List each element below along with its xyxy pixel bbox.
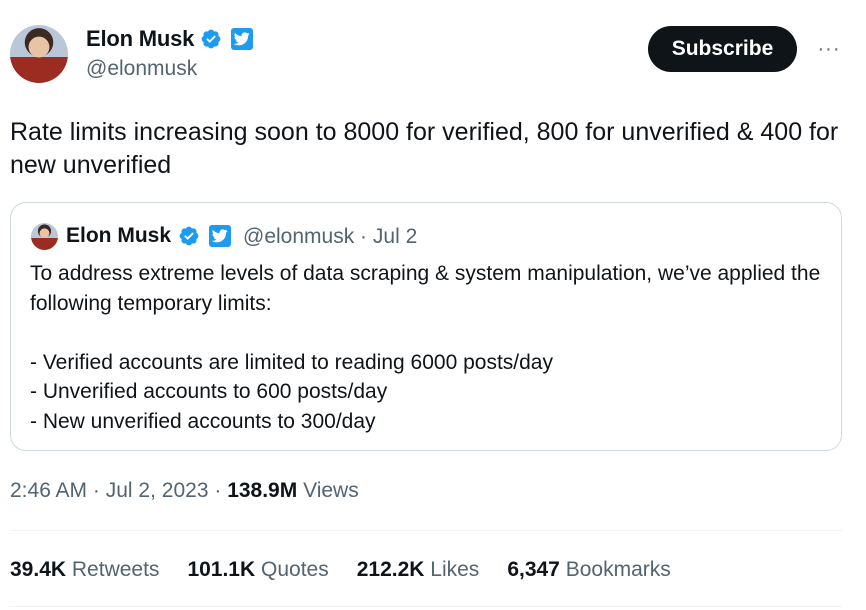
avatar[interactable] — [10, 25, 68, 83]
stat-label: Bookmarks — [565, 558, 671, 581]
quote-author-name: Elon Musk — [66, 224, 172, 247]
separator: · — [360, 225, 368, 248]
divider — [10, 530, 842, 531]
tweet: Elon Musk @elonmusk Subscribe ··· Rate l… — [0, 0, 866, 610]
tweet-date[interactable]: Jul 2, 2023 — [106, 479, 209, 502]
tweet-timestamp-line: 2:46 AM · Jul 2, 2023 · 138.9M Views — [10, 479, 359, 503]
separator: · — [92, 479, 100, 502]
tweet-time[interactable]: 2:46 AM — [10, 479, 87, 502]
more-dots-icon[interactable]: ··· — [816, 36, 842, 62]
twitter-bird-icon — [209, 225, 231, 247]
stat-label: Retweets — [71, 558, 160, 581]
stat-value: 212.2K — [356, 558, 425, 581]
author-name[interactable]: Elon Musk — [86, 26, 194, 52]
stat-retweets[interactable]: 39.4K Retweets — [10, 558, 159, 582]
stat-value: 39.4K — [10, 558, 67, 581]
stat-label: Quotes — [261, 558, 329, 581]
quote-author-handle: @elonmusk — [243, 225, 355, 248]
stat-value: 101.1K — [187, 558, 256, 581]
quoted-tweet[interactable]: Elon Musk @elonmusk · Jul 2 To address e… — [10, 202, 842, 451]
stat-value: 6,347 — [507, 558, 560, 581]
stat-likes[interactable]: 212.2K Likes — [357, 558, 480, 582]
quote-date: Jul 2 — [372, 225, 418, 248]
views-count: 138.9M — [227, 479, 298, 502]
quote-meta: @elonmusk · Jul 2 — [243, 225, 417, 249]
quote-text: To address extreme levels of data scrapi… — [30, 262, 821, 433]
verified-badge-icon — [201, 29, 221, 49]
verified-badge-icon — [179, 226, 199, 246]
stat-label: Likes — [430, 558, 480, 581]
tweet-text: Rate limits increasing soon to 8000 for … — [10, 118, 839, 179]
separator: · — [214, 479, 222, 502]
quote-avatar — [31, 223, 58, 250]
subscribe-button[interactable]: Subscribe — [648, 26, 797, 72]
stat-quotes[interactable]: 101.1K Quotes — [187, 558, 328, 582]
twitter-bird-icon — [231, 28, 253, 50]
author-handle[interactable]: @elonmusk — [86, 57, 197, 81]
stat-bookmarks[interactable]: 6,347 Bookmarks — [507, 558, 670, 582]
divider — [10, 606, 842, 607]
views-label: Views — [303, 479, 359, 502]
engagement-stats: 39.4K Retweets 101.1K Quotes 212.2K Like… — [10, 558, 699, 582]
